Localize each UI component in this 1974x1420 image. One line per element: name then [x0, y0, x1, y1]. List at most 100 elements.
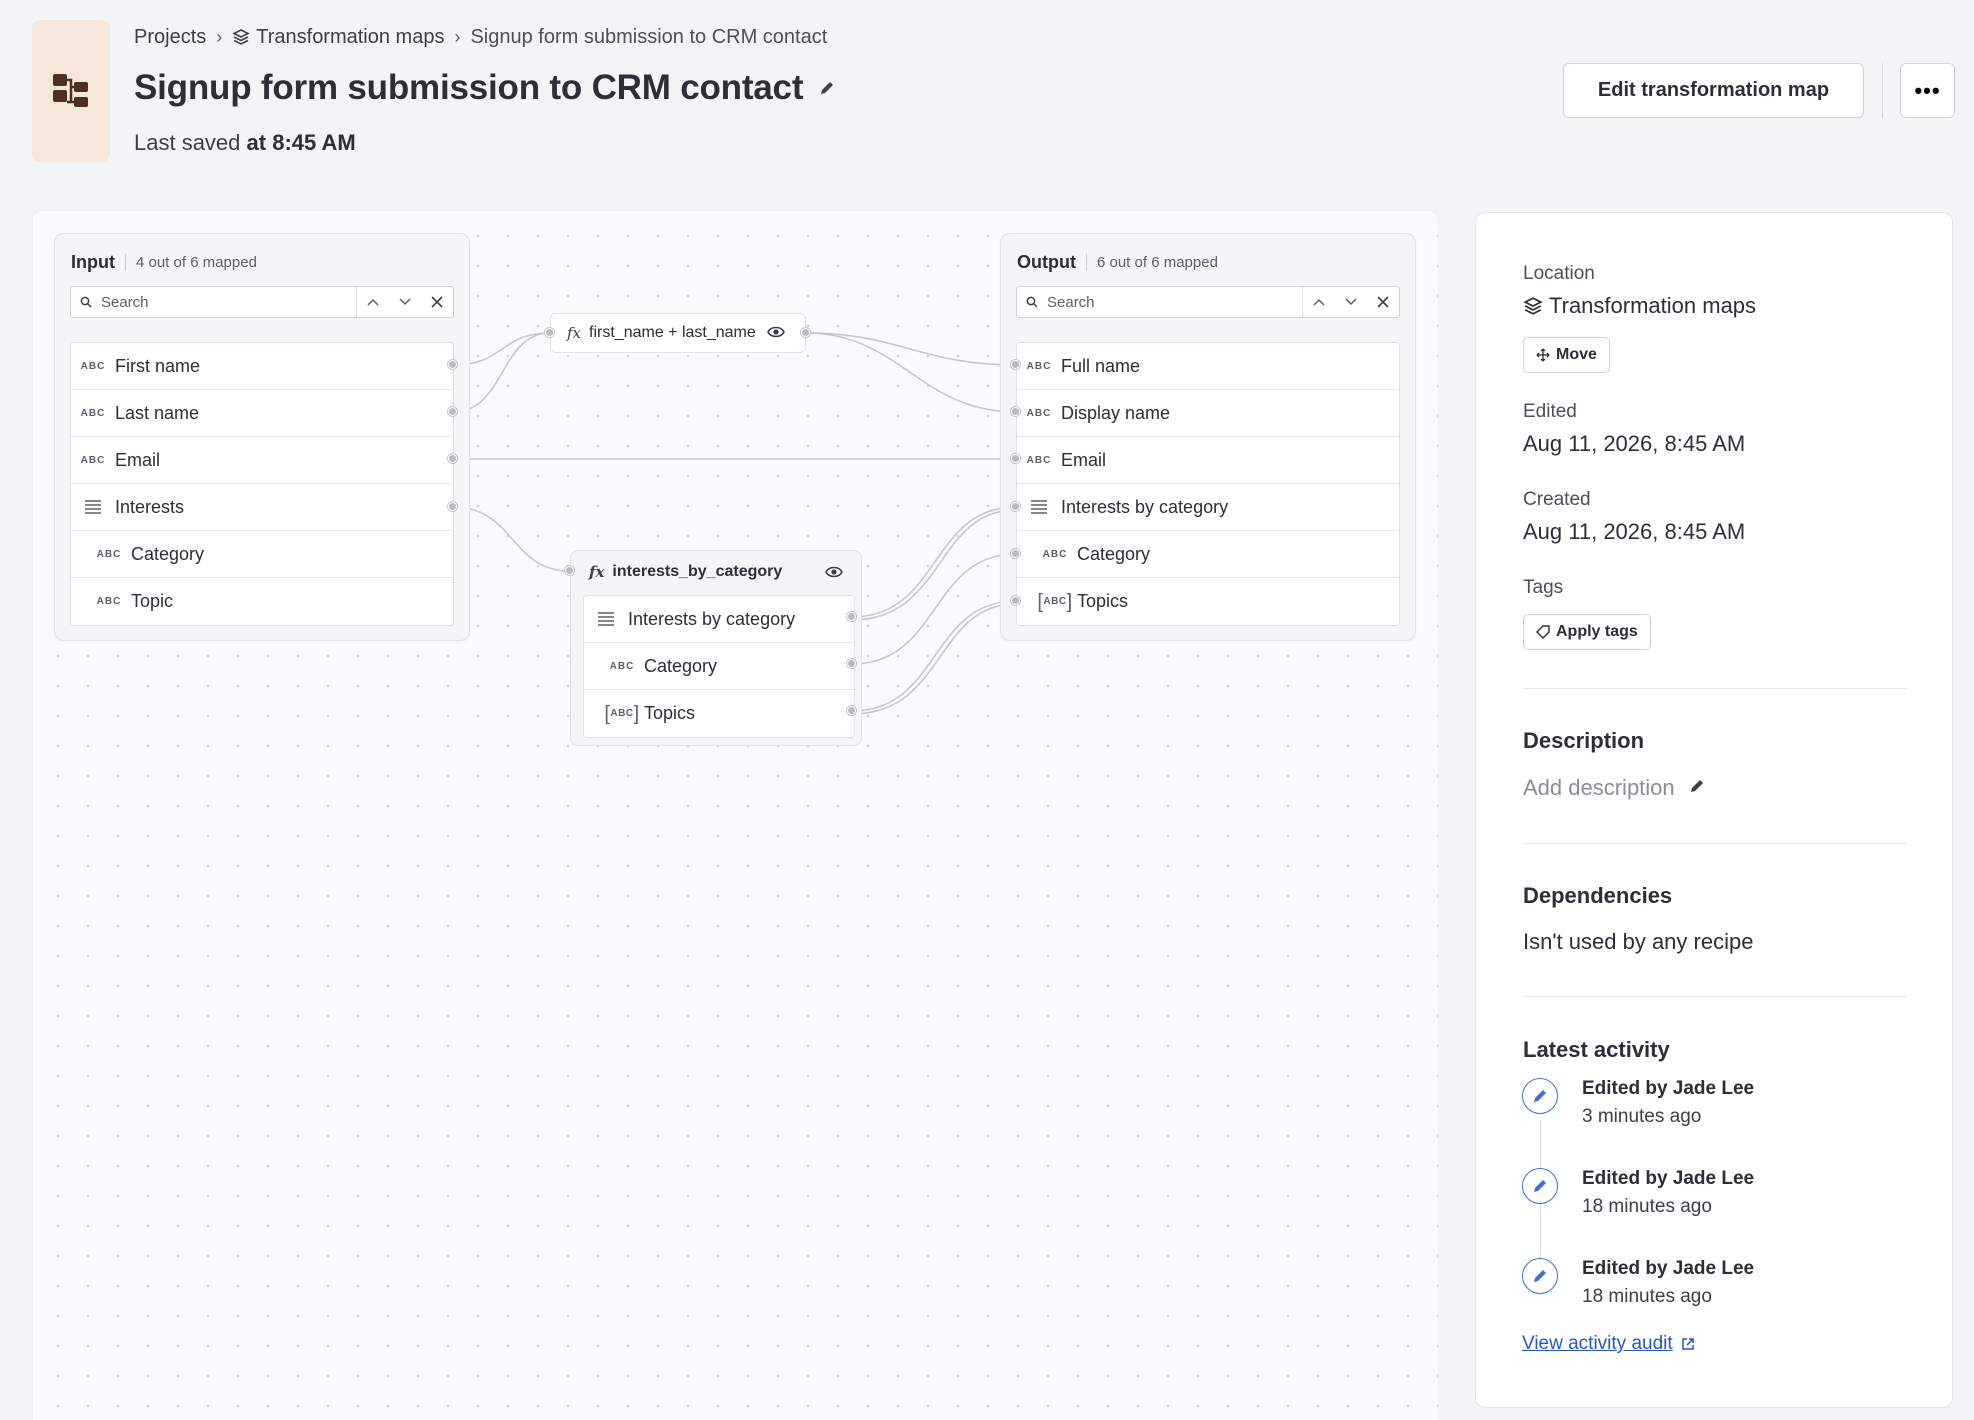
breadcrumb-transformation-maps[interactable]: Transformation maps — [232, 26, 444, 49]
text-type-icon: ABC — [96, 548, 122, 560]
chevron-down-icon[interactable] — [1335, 287, 1367, 317]
close-icon[interactable] — [421, 287, 453, 317]
page-title: Signup form submission to CRM contact — [134, 68, 804, 107]
created-value: Aug 11, 2026, 8:45 AM — [1523, 519, 1746, 544]
function-field-category[interactable]: ABC Category — [584, 643, 854, 690]
port-function-category-out[interactable] — [847, 659, 856, 668]
output-field-category[interactable]: ABC Category — [1017, 531, 1399, 578]
header-divider — [1882, 63, 1883, 118]
function-group-node[interactable]: fx interests_by_category Interests by ca… — [570, 550, 862, 746]
eye-icon[interactable] — [825, 565, 843, 584]
input-panel-title: Input — [71, 252, 115, 272]
text-type-icon: ABC — [80, 360, 106, 372]
activity-author: Edited by Jade Lee — [1582, 1168, 1755, 1189]
port-input-email[interactable] — [448, 454, 457, 463]
tags-label: Tags — [1523, 577, 1564, 598]
function-icon: fx — [567, 324, 582, 342]
output-panel-title: Output — [1017, 252, 1076, 272]
port-formula-in[interactable] — [545, 328, 554, 337]
activity-time: 18 minutes ago — [1582, 1286, 1712, 1307]
output-field-email[interactable]: ABC Email — [1017, 437, 1399, 484]
chevron-right-icon: › — [216, 26, 223, 47]
last-saved-time: at 8:45 AM — [246, 130, 356, 155]
output-panel: Output 6 out of 6 mapped ABC Full name A… — [1000, 233, 1416, 641]
breadcrumb-current: Signup form submission to CRM contact — [470, 25, 828, 48]
text-type-icon: ABC — [96, 596, 122, 607]
port-input-interests[interactable] — [448, 502, 457, 511]
text-type-icon: ABC — [80, 454, 106, 466]
close-icon[interactable] — [1367, 287, 1399, 317]
output-search-field[interactable] — [1047, 293, 1302, 311]
text-array-icon: [ABC] — [1037, 590, 1073, 613]
chevron-down-icon[interactable] — [389, 287, 421, 317]
formula-node[interactable]: fx first_name + last_name — [550, 313, 806, 353]
function-field-interests-by-category[interactable]: Interests by category — [584, 596, 854, 643]
port-input-last-name[interactable] — [448, 407, 457, 416]
input-panel: Input 4 out of 6 mapped ABC First name A… — [54, 233, 470, 641]
last-saved-prefix: Last saved — [134, 130, 241, 155]
more-options-button[interactable]: ••• — [1900, 63, 1955, 118]
search-icon — [1017, 296, 1047, 308]
output-field-full-name[interactable]: ABC Full name — [1017, 343, 1399, 390]
text-type-icon: ABC — [1026, 454, 1052, 466]
input-field-last-name[interactable]: ABC Last name — [71, 390, 453, 437]
text-type-icon: ABC — [609, 660, 635, 672]
port-function-in[interactable] — [565, 566, 574, 575]
input-field-email[interactable]: ABC Email — [71, 437, 453, 484]
input-field-interests[interactable]: Interests — [71, 484, 453, 531]
eye-icon[interactable] — [767, 325, 785, 344]
port-function-interests-out[interactable] — [847, 612, 856, 621]
output-field-interests-by-category[interactable]: Interests by category — [1017, 484, 1399, 531]
output-field-display-name[interactable]: ABC Display name — [1017, 390, 1399, 437]
breadcrumb-folder-label: Transformation maps — [256, 25, 445, 48]
text-type-icon: ABC — [1026, 360, 1052, 372]
list-icon — [584, 611, 628, 627]
input-field-first-name[interactable]: ABC First name — [71, 343, 453, 390]
apply-tags-button[interactable]: Apply tags — [1523, 614, 1651, 650]
pencil-icon — [1522, 1258, 1558, 1294]
text-type-icon: ABC — [1042, 548, 1068, 560]
port-input-first-name[interactable] — [448, 360, 457, 369]
port-output-interests-by-category[interactable] — [1011, 502, 1020, 511]
port-function-topics-out[interactable] — [847, 706, 856, 715]
port-output-full-name[interactable] — [1011, 360, 1020, 369]
input-search-field[interactable] — [101, 293, 356, 311]
output-field-topics[interactable]: [ABC] Topics — [1017, 578, 1399, 625]
chevron-up-icon[interactable] — [357, 287, 389, 317]
output-mapped-count: 6 out of 6 mapped — [1085, 254, 1218, 271]
edited-value: Aug 11, 2026, 8:45 AM — [1523, 431, 1746, 456]
external-link-icon — [1681, 1338, 1694, 1350]
divider — [1523, 996, 1907, 997]
divider — [1523, 688, 1907, 689]
activity-item: Edited by Jade Lee 3 minutes ago — [1522, 1078, 1754, 1128]
move-button[interactable]: Move — [1523, 337, 1610, 373]
edit-transformation-map-button[interactable]: Edit transformation map — [1563, 63, 1864, 118]
last-saved: Last saved at 8:45 AM — [134, 130, 356, 156]
activity-author: Edited by Jade Lee — [1582, 1078, 1755, 1099]
move-icon — [1536, 348, 1550, 362]
breadcrumb: Projects › Transformation maps › Signup … — [134, 22, 827, 52]
description-heading: Description — [1523, 728, 1645, 753]
function-name: interests_by_category — [612, 563, 783, 580]
add-description[interactable]: Add description — [1523, 775, 1705, 801]
transformation-map-icon — [32, 20, 110, 162]
input-field-category[interactable]: ABC Category — [71, 531, 453, 578]
edit-title-pencil-icon[interactable] — [819, 80, 835, 96]
port-output-display-name[interactable] — [1011, 407, 1020, 416]
port-output-category[interactable] — [1011, 549, 1020, 558]
port-formula-out[interactable] — [801, 328, 810, 337]
input-mapped-count: 4 out of 6 mapped — [124, 254, 257, 271]
output-field-list: ABC Full name ABC Display name ABC Email… — [1016, 342, 1400, 626]
port-output-email[interactable] — [1011, 454, 1020, 463]
function-field-topics[interactable]: [ABC] Topics — [584, 690, 854, 737]
view-activity-audit-link[interactable]: View activity audit — [1522, 1333, 1695, 1355]
input-field-topic[interactable]: ABC Topic — [71, 578, 453, 625]
breadcrumb-projects[interactable]: Projects — [134, 26, 206, 49]
output-search — [1016, 286, 1400, 318]
chevron-up-icon[interactable] — [1303, 287, 1335, 317]
port-output-topics[interactable] — [1011, 596, 1020, 605]
dependencies-value: Isn't used by any recipe — [1523, 929, 1754, 954]
latest-activity-heading: Latest activity — [1523, 1037, 1670, 1062]
search-icon — [71, 296, 101, 308]
text-type-icon: ABC — [1026, 407, 1052, 419]
